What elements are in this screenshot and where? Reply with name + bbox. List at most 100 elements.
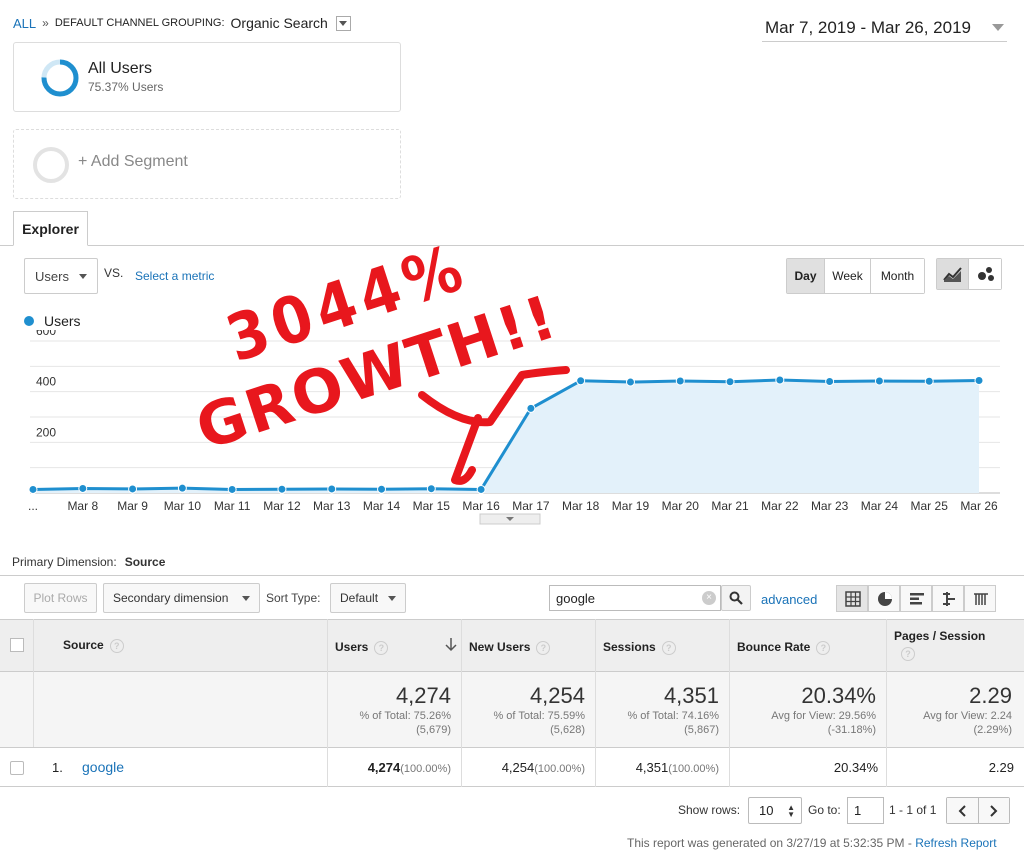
stepper-icon: ▲ ▼ bbox=[787, 802, 795, 819]
total-pages-session: 2.29 Avg for View: 2.24 (2.29%) bbox=[886, 683, 1012, 737]
primary-dimension-value[interactable]: Source bbox=[125, 555, 166, 569]
table-view-button[interactable] bbox=[836, 585, 868, 612]
x-tick-label: Mar 8 bbox=[67, 499, 98, 513]
performance-view-button[interactable] bbox=[900, 585, 932, 612]
report-generated-text: This report was generated on 3/27/19 at … bbox=[627, 836, 912, 850]
granularity-month-button[interactable]: Month bbox=[871, 259, 924, 293]
search-button[interactable] bbox=[721, 585, 751, 611]
secondary-dimension-dropdown[interactable]: Secondary dimension bbox=[103, 583, 260, 613]
header-bounce-rate[interactable]: Bounce Rate? bbox=[737, 640, 831, 655]
breadcrumb-all-link[interactable]: ALL bbox=[13, 16, 36, 31]
total-pages-session-value: 2.29 bbox=[969, 683, 1012, 708]
header-pages-session[interactable]: Pages / Session? bbox=[894, 629, 985, 661]
primary-dimension-label: Primary Dimension: bbox=[12, 555, 117, 569]
row-index: 1. bbox=[52, 760, 63, 775]
header-new-users[interactable]: New Users? bbox=[469, 640, 551, 655]
goto-label: Go to: bbox=[808, 803, 841, 817]
legend-label: Users bbox=[44, 313, 81, 329]
motion-chart-button[interactable] bbox=[969, 259, 1001, 289]
sort-descending-icon[interactable] bbox=[445, 638, 457, 652]
prev-page-button[interactable] bbox=[947, 798, 979, 823]
segment-card-all-users[interactable]: All Users 75.37% Users bbox=[13, 42, 401, 112]
total-users-pct: % of Total: 75.26% bbox=[359, 710, 451, 722]
add-segment-circle-icon bbox=[33, 147, 69, 183]
help-icon[interactable]: ? bbox=[374, 640, 389, 655]
help-icon[interactable]: ? bbox=[109, 638, 124, 653]
breadcrumb-separator: » bbox=[42, 16, 49, 30]
plot-rows-button[interactable]: Plot Rows bbox=[24, 583, 97, 613]
total-new-users-pct: % of Total: 75.59% bbox=[493, 710, 585, 722]
tab-explorer[interactable]: Explorer bbox=[13, 211, 88, 246]
grouping-dropdown-button[interactable] bbox=[335, 15, 351, 31]
y-tick-label: 400 bbox=[36, 375, 56, 389]
total-bounce-rate: 20.34% Avg for View: 29.56% (-31.18%) bbox=[729, 683, 876, 737]
total-sessions-base: (5,867) bbox=[684, 724, 719, 736]
data-point bbox=[277, 484, 287, 494]
comparison-view-button[interactable] bbox=[932, 585, 964, 612]
row-checkbox[interactable] bbox=[10, 761, 24, 775]
total-bounce-rate-value: 20.34% bbox=[801, 683, 876, 708]
bar-list-icon bbox=[910, 593, 924, 605]
data-point bbox=[825, 377, 835, 387]
chevron-down-icon bbox=[388, 595, 396, 601]
date-range-picker[interactable]: Mar 7, 2019 - Mar 26, 2019 bbox=[762, 14, 1007, 42]
total-sessions-value: 4,351 bbox=[663, 683, 719, 708]
granularity-day-button[interactable]: Day bbox=[787, 259, 825, 293]
row-sessions-value: 4,351 bbox=[635, 760, 669, 775]
help-icon[interactable]: ? bbox=[536, 640, 551, 655]
add-segment-card[interactable]: + Add Segment bbox=[13, 129, 401, 199]
advanced-search-link[interactable]: advanced bbox=[761, 592, 817, 607]
x-tick-label: Mar 24 bbox=[861, 499, 899, 513]
x-tick-label: Mar 19 bbox=[612, 499, 650, 513]
row-new-users-value: 4,254 bbox=[501, 760, 535, 775]
x-tick-label: Mar 11 bbox=[214, 499, 251, 513]
select-metric-link[interactable]: Select a metric bbox=[135, 269, 214, 283]
chevron-right-icon bbox=[990, 804, 998, 817]
data-point bbox=[675, 376, 685, 386]
help-icon[interactable]: ? bbox=[901, 647, 915, 661]
show-rows-select[interactable]: 10 ▲ ▼ bbox=[748, 797, 802, 824]
table-border-bottom bbox=[0, 786, 1024, 787]
pie-view-button[interactable] bbox=[868, 585, 900, 612]
add-segment-label: + Add Segment bbox=[78, 153, 188, 170]
next-page-button[interactable] bbox=[978, 798, 1009, 823]
pivot-view-button[interactable] bbox=[964, 585, 996, 612]
header-sessions[interactable]: Sessions? bbox=[603, 640, 676, 655]
help-icon[interactable]: ? bbox=[816, 640, 831, 655]
refresh-report-link[interactable]: Refresh Report bbox=[915, 836, 996, 850]
secondary-dimension-label: Secondary dimension bbox=[113, 591, 229, 605]
breadcrumb-grouping-value: Organic Search bbox=[230, 15, 328, 31]
header-source[interactable]: Source? bbox=[63, 638, 124, 653]
x-tick-label: Mar 15 bbox=[413, 499, 451, 513]
metric-select-dropdown[interactable]: Users bbox=[24, 258, 98, 294]
data-point bbox=[28, 484, 38, 494]
chevron-down-icon bbox=[992, 24, 1004, 31]
total-bounce-rate-avg: Avg for View: 29.56% bbox=[771, 710, 876, 722]
select-all-checkbox[interactable] bbox=[10, 638, 24, 652]
chevron-down-icon bbox=[242, 595, 250, 601]
x-tick-label: Mar 13 bbox=[313, 499, 351, 513]
help-icon[interactable]: ? bbox=[661, 640, 676, 655]
search-input[interactable]: google bbox=[549, 585, 721, 611]
date-range-text: Mar 7, 2019 - Mar 26, 2019 bbox=[765, 17, 972, 37]
data-point bbox=[725, 377, 735, 387]
granularity-week-button[interactable]: Week bbox=[825, 259, 871, 293]
line-chart-button[interactable] bbox=[937, 259, 969, 289]
row-source-link[interactable]: google bbox=[82, 759, 124, 775]
data-point bbox=[476, 484, 486, 494]
header-users[interactable]: Users? bbox=[335, 640, 389, 655]
x-tick-label: Mar 20 bbox=[662, 499, 700, 513]
x-tick-label: Mar 21 bbox=[711, 499, 749, 513]
pie-chart-icon bbox=[878, 592, 892, 606]
sort-type-dropdown[interactable]: Default bbox=[330, 583, 406, 613]
data-point bbox=[177, 483, 187, 493]
show-rows-label: Show rows: bbox=[678, 803, 741, 817]
total-new-users-base: (5,628) bbox=[550, 724, 585, 736]
clear-search-icon[interactable]: × bbox=[702, 591, 716, 605]
table-border-header bbox=[0, 671, 1024, 672]
users-line-chart: 600 400 200... Mar 8 Mar 9 Mar 10 Mar 11 Mar 12… bbox=[28, 330, 1000, 525]
goto-input[interactable]: 1 bbox=[847, 797, 884, 824]
segment-title: All Users bbox=[88, 60, 153, 77]
y-tick-label: 200 bbox=[36, 425, 56, 439]
total-new-users-value: 4,254 bbox=[529, 683, 585, 708]
